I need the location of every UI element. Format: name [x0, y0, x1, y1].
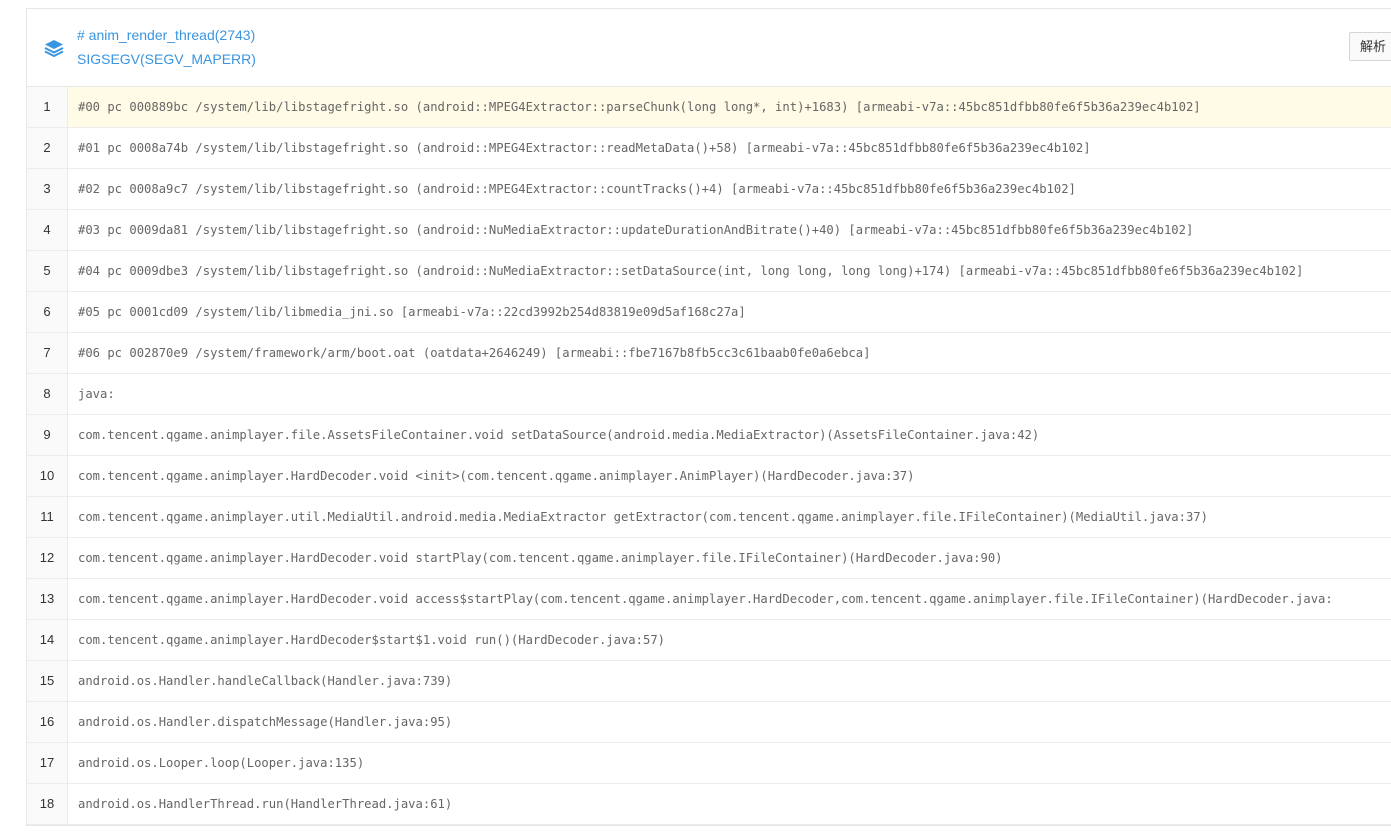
stack-line-row: 2 #01 pc 0008a74b /system/lib/libstagefri…: [27, 128, 1391, 169]
stack-frame-text: android.os.HandlerThread.run(HandlerThre…: [78, 797, 453, 811]
line-number: 13: [27, 579, 68, 619]
line-number: 14: [27, 620, 68, 660]
stack-frame-text: com.tencent.qgame.animplayer.file.Assets…: [78, 428, 1040, 442]
stack-frame-text: #05 pc 0001cd09 /system/lib/libmedia_jni…: [78, 305, 746, 319]
line-number: 17: [27, 743, 68, 783]
line-number: 6: [27, 292, 68, 332]
line-number: 15: [27, 661, 68, 701]
stack-line-row: 4 #03 pc 0009da81 /system/lib/libstagefri…: [27, 210, 1391, 251]
stack-line-row: 8 java:: [27, 374, 1391, 415]
stack-line-row: 15 android.os.Handler.handleCallback(Hand…: [27, 661, 1391, 702]
stack-line-row: 6 #05 pc 0001cd09 /system/lib/libmedia_jn…: [27, 292, 1391, 333]
line-number: 10: [27, 456, 68, 496]
stack-line-row: 11 com.tencent.qgame.animplayer.util.Medi…: [27, 497, 1391, 538]
line-number: 12: [27, 538, 68, 578]
thread-header: # anim_render_thread(2743) SIGSEGV(SEGV_…: [27, 9, 1391, 87]
line-number: 4: [27, 210, 68, 250]
stack-frame-text: com.tencent.qgame.animplayer.util.MediaU…: [78, 510, 1208, 524]
line-number: 7: [27, 333, 68, 373]
line-number: 8: [27, 374, 68, 414]
stack-frame-text: #03 pc 0009da81 /system/lib/libstagefrig…: [78, 223, 1194, 237]
stack-line-row: 9 com.tencent.qgame.animplayer.file.Asset…: [27, 415, 1391, 456]
stack-line-row: 10 com.tencent.qgame.animplayer.HardDecod…: [27, 456, 1391, 497]
stack-line-row: 13 com.tencent.qgame.animplayer.HardDecod…: [27, 579, 1391, 620]
signal-label: SIGSEGV(SEGV_MAPERR): [77, 51, 256, 67]
stack-line-row: 5 #04 pc 0009dbe3 /system/lib/libstagefri…: [27, 251, 1391, 292]
stack-line-row: 14 com.tencent.qgame.animplayer.HardDecod…: [27, 620, 1391, 661]
stack-line-row: 3 #02 pc 0008a9c7 /system/lib/libstagefri…: [27, 169, 1391, 210]
stack-frame-text: android.os.Handler.handleCallback(Handle…: [78, 674, 453, 688]
stack-line-row: 17 android.os.Looper.loop(Looper.java:135…: [27, 743, 1391, 784]
crash-stack-panel: # anim_render_thread(2743) SIGSEGV(SEGV_…: [26, 8, 1391, 826]
stack-line-row: 7 #06 pc 002870e9 /system/framework/arm/b…: [27, 333, 1391, 374]
stack-frame-text: java:: [78, 387, 115, 401]
parse-button[interactable]: 解析: [1349, 32, 1391, 61]
stack-frame-text: #04 pc 0009dbe3 /system/lib/libstagefrig…: [78, 264, 1304, 278]
stack-frame-text: android.os.Handler.dispatchMessage(Handl…: [78, 715, 453, 729]
stack-frame-text: com.tencent.qgame.animplayer.HardDecoder…: [78, 633, 665, 647]
line-number: 18: [27, 784, 68, 824]
stack-line-row: 18 android.os.HandlerThread.run(HandlerTh…: [27, 784, 1391, 825]
stack-frame-text: com.tencent.qgame.animplayer.HardDecoder…: [78, 592, 1333, 606]
line-number: 11: [27, 497, 68, 537]
stack-frame-text: #06 pc 002870e9 /system/framework/arm/bo…: [78, 346, 871, 360]
stack-frame-text: #00 pc 000889bc /system/lib/libstagefrig…: [68, 87, 1391, 127]
layers-icon: [44, 38, 64, 58]
stack-frame-text: #01 pc 0008a74b /system/lib/libstagefrig…: [78, 141, 1091, 155]
stack-frame-text: com.tencent.qgame.animplayer.HardDecoder…: [78, 469, 915, 483]
stack-trace-list: 1 #00 pc 000889bc /system/lib/libstagefri…: [27, 87, 1391, 825]
stack-frame-text: com.tencent.qgame.animplayer.HardDecoder…: [78, 551, 1003, 565]
line-number: 1: [27, 87, 68, 127]
stack-line-row: 12 com.tencent.qgame.animplayer.HardDecod…: [27, 538, 1391, 579]
stack-frame-text: android.os.Looper.loop(Looper.java:135): [78, 756, 365, 770]
stack-line-row: 16 android.os.Handler.dispatchMessage(Han…: [27, 702, 1391, 743]
line-number: 16: [27, 702, 68, 742]
line-number: 3: [27, 169, 68, 209]
stack-line-row: 1 #00 pc 000889bc /system/lib/libstagefri…: [27, 87, 1391, 128]
line-number: 9: [27, 415, 68, 455]
thread-title: # anim_render_thread(2743): [77, 27, 256, 43]
stack-frame-text: #02 pc 0008a9c7 /system/lib/libstagefrig…: [78, 182, 1076, 196]
line-number: 5: [27, 251, 68, 291]
line-number: 2: [27, 128, 68, 168]
